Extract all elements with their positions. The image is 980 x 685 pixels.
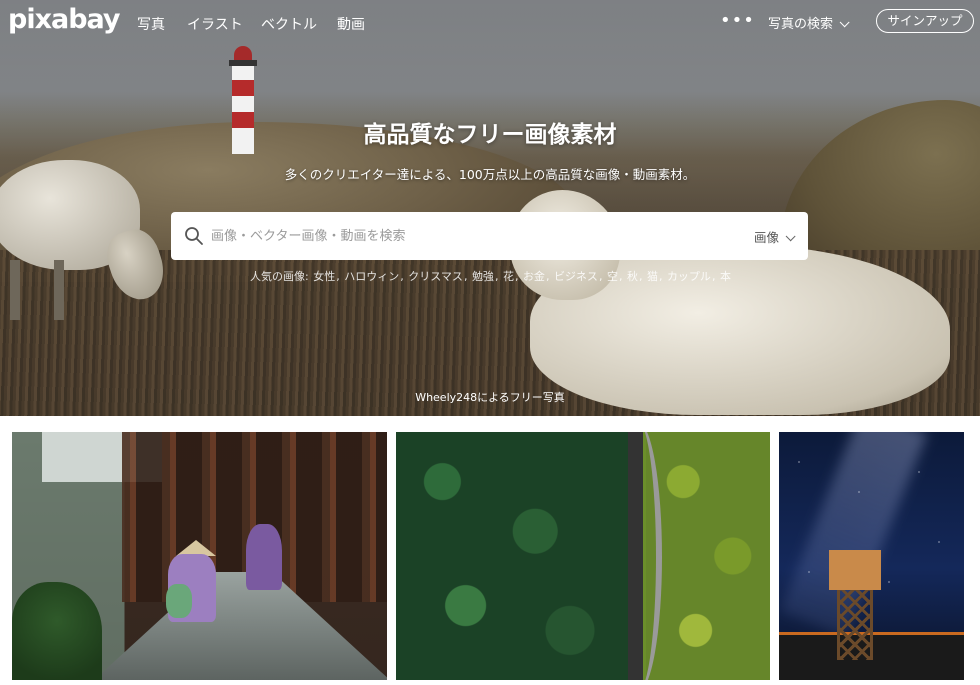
nav-link-photos[interactable]: 写真 [137, 14, 165, 34]
popular-term[interactable]: 勉強 [472, 270, 494, 283]
popular-searches: 人気の画像: 女性, ハロウィン, クリスマス, 勉強, 花, お金, ビジネス… [250, 270, 731, 283]
popular-term[interactable]: ビジネス [554, 270, 598, 283]
sheep-image-left [0, 160, 172, 320]
search-type-label: 画像 [754, 230, 780, 245]
popular-label: 人気の画像: [250, 270, 309, 283]
nav-link-vectors[interactable]: ベクトル [261, 14, 317, 34]
gallery-photo-forest-road[interactable] [396, 432, 770, 680]
logo[interactable]: pixabay [8, 4, 121, 35]
nav-link-illustrations[interactable]: イラスト [187, 14, 243, 34]
search-bar: 画像 [171, 212, 808, 260]
top-nav: pixabay 写真 イラスト ベクトル 動画 ••• 写真の検索 サインアップ [0, 0, 980, 44]
popular-term[interactable]: 猫 [647, 270, 658, 283]
search-icon[interactable] [184, 226, 204, 246]
more-menu-icon[interactable]: ••• [720, 10, 755, 31]
popular-term[interactable]: 花 [503, 270, 514, 283]
explore-label: 写真の検索 [768, 17, 834, 32]
nav-link-videos[interactable]: 動画 [337, 14, 365, 34]
popular-term[interactable]: 秋 [627, 270, 638, 283]
popular-term[interactable]: 女性 [313, 270, 335, 283]
search-type-dropdown[interactable]: 画像 [754, 227, 796, 246]
popular-term[interactable]: お金 [523, 270, 545, 283]
photo-credit[interactable]: Wheely248によるフリー写真 [0, 389, 980, 405]
chevron-down-icon [839, 17, 850, 28]
popular-term[interactable]: 本 [720, 270, 731, 283]
hero-subtitle: 多くのクリエイター達による、100万点以上の高品質な画像・動画素材。 [284, 167, 696, 182]
gallery-photo-bridge[interactable] [12, 432, 387, 680]
explore-dropdown[interactable]: 写真の検索 [768, 13, 850, 32]
hero-banner: pixabay 写真 イラスト ベクトル 動画 ••• 写真の検索 サインアップ… [0, 0, 980, 416]
signup-button[interactable]: サインアップ [876, 9, 974, 33]
popular-term[interactable]: 空 [607, 270, 618, 283]
popular-term[interactable]: クリスマス [408, 270, 463, 283]
gallery-photo-night-tower[interactable] [779, 432, 964, 680]
search-input[interactable] [211, 224, 741, 248]
popular-term[interactable]: カップル [667, 270, 711, 283]
popular-term[interactable]: ハロウィン [344, 270, 399, 283]
chevron-down-icon [785, 231, 796, 242]
hero-title: 高品質なフリー画像素材 [363, 122, 617, 148]
